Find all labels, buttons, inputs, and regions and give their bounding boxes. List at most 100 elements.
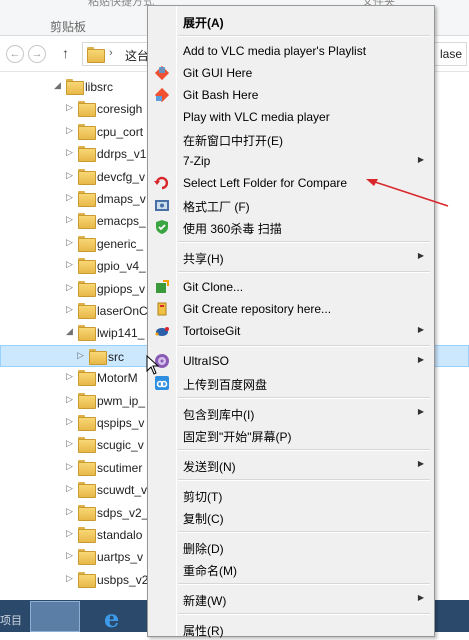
- expand-arrow-icon[interactable]: ▷: [66, 214, 73, 225]
- menu-item-label: Play with VLC media player: [183, 110, 330, 124]
- tree-item-label: MotorM: [97, 371, 138, 386]
- folder-icon: [78, 415, 96, 432]
- folder-icon: [78, 235, 96, 253]
- menu-item-21[interactable]: 包含到库中(I) ▶: [150, 402, 432, 424]
- menu-item-6[interactable]: 在新窗口中打开(E): [150, 128, 432, 150]
- tree-item-label: qspips_v: [97, 416, 145, 430]
- expand-arrow-icon[interactable]: ▷: [66, 506, 73, 517]
- menu-item-label: Git Clone...: [183, 280, 244, 294]
- up-button[interactable]: ↑: [62, 45, 69, 61]
- menu-item-label: Git GUI Here: [183, 66, 253, 80]
- tree-item-label: gpio_v4_: [97, 259, 146, 274]
- folder-icon: [78, 101, 96, 118]
- menu-item-label: TortoiseGit: [183, 324, 241, 338]
- folder-icon: [78, 258, 96, 275]
- menu-item-7[interactable]: 7-Zip ▶: [150, 150, 432, 172]
- menu-item-5[interactable]: Play with VLC media player: [150, 106, 432, 128]
- expand-arrow-icon[interactable]: ▷: [66, 371, 73, 382]
- menu-item-22[interactable]: 固定到"开始"屏幕(P): [150, 424, 432, 446]
- menu-item-0[interactable]: 展开(A): [150, 10, 432, 32]
- tree-item-label: uartps_v: [97, 550, 144, 565]
- menu-separator: [178, 271, 430, 273]
- menu-item-label: 新建(W): [183, 594, 227, 608]
- menu-item-label: Select Left Folder for Compare: [183, 176, 348, 190]
- baidu-cloud-icon: [154, 375, 170, 391]
- tree-item-label: usbps_v2: [97, 572, 149, 587]
- menu-item-10[interactable]: 使用 360杀毒 扫描: [150, 216, 432, 238]
- submenu-arrow-icon: ▶: [417, 355, 424, 364]
- menu-item-32[interactable]: 新建(W) ▶: [150, 588, 432, 610]
- tree-item-label: dmaps_v: [97, 192, 146, 206]
- expand-arrow-icon[interactable]: ▷: [66, 237, 73, 248]
- expand-arrow-icon[interactable]: ▷: [66, 483, 73, 494]
- expand-arrow-icon[interactable]: ▷: [66, 102, 73, 113]
- menu-item-29[interactable]: 删除(D): [150, 536, 432, 558]
- menu-item-3[interactable]: Git GUI Here: [150, 62, 432, 84]
- tree-item-label: generic_: [97, 236, 144, 251]
- folder-icon: [78, 168, 96, 186]
- submenu-arrow-icon: ▶: [417, 459, 424, 468]
- chevron-right-icon[interactable]: ›: [109, 47, 113, 59]
- menu-item-16[interactable]: TortoiseGit ▶: [150, 320, 432, 342]
- tree-item-label: standalo: [97, 528, 143, 542]
- menu-item-18[interactable]: UltraISO ▶: [150, 350, 432, 372]
- expand-arrow-icon[interactable]: ▷: [66, 573, 73, 584]
- menu-item-24[interactable]: 发送到(N) ▶: [150, 454, 432, 476]
- folder-icon: [78, 325, 96, 342]
- folder-icon: [78, 303, 96, 320]
- internet-explorer-icon[interactable]: e: [104, 604, 119, 633]
- status-items-label: 项目: [0, 615, 22, 627]
- expand-arrow-icon[interactable]: ▷: [66, 550, 73, 561]
- expand-arrow-icon[interactable]: ▷: [66, 304, 73, 315]
- expand-arrow-icon[interactable]: ▷: [66, 125, 73, 136]
- expand-arrow-icon[interactable]: ▷: [66, 192, 73, 203]
- menu-item-2[interactable]: Add to VLC media player's Playlist: [150, 40, 432, 62]
- tree-item-label: sdps_v2_: [97, 505, 149, 520]
- folder-icon: [66, 79, 84, 96]
- collapse-arrow-icon[interactable]: ◢: [66, 326, 73, 337]
- taskbar-explorer-button[interactable]: [30, 601, 80, 632]
- menu-item-label: 发送到(N): [183, 460, 236, 474]
- expand-arrow-icon[interactable]: ▷: [66, 528, 73, 539]
- menu-item-label: 格式工厂 (F): [183, 200, 250, 214]
- shield-360-icon: [154, 219, 170, 235]
- address-path-right: lase: [440, 47, 463, 61]
- expand-arrow-icon[interactable]: ▷: [77, 350, 84, 361]
- git-clone-icon: [154, 279, 170, 295]
- menu-separator: [178, 479, 430, 481]
- folder-icon: [78, 191, 96, 208]
- tree-item-label: laserOnC: [97, 304, 148, 318]
- expand-arrow-icon[interactable]: ▷: [66, 170, 73, 181]
- expand-arrow-icon[interactable]: ▷: [66, 416, 73, 427]
- context-menu: 展开(A) Add to VLC media player's Playlist G…: [147, 5, 435, 640]
- menu-item-34[interactable]: 属性(R): [150, 618, 432, 640]
- menu-separator: [178, 397, 430, 399]
- menu-item-26[interactable]: 剪切(T): [150, 484, 432, 506]
- address-path: 这台: [125, 49, 150, 63]
- menu-item-label: UltraISO: [183, 354, 230, 368]
- menu-item-12[interactable]: 共享(H) ▶: [150, 246, 432, 268]
- tree-item-label: libsrc: [85, 80, 114, 94]
- expand-arrow-icon[interactable]: ▷: [66, 259, 73, 270]
- expand-arrow-icon[interactable]: ▷: [66, 461, 73, 472]
- menu-item-4[interactable]: Git Bash Here: [150, 84, 432, 106]
- expand-arrow-icon[interactable]: ▷: [66, 147, 73, 158]
- menu-separator: [178, 241, 430, 243]
- collapse-arrow-icon[interactable]: ◢: [54, 80, 61, 91]
- folder-icon: [78, 213, 96, 230]
- menu-item-label: Git Bash Here: [183, 88, 259, 102]
- forward-button[interactable]: →: [28, 45, 46, 63]
- annotation-arrow-icon: [366, 179, 449, 207]
- back-button[interactable]: ←: [6, 45, 24, 63]
- menu-item-15[interactable]: Git Create repository here...: [150, 298, 432, 320]
- menu-separator: [178, 613, 430, 615]
- menu-item-label: 属性(R): [183, 624, 224, 638]
- menu-item-14[interactable]: Git Clone...: [150, 276, 432, 298]
- expand-arrow-icon[interactable]: ▷: [66, 438, 73, 449]
- menu-item-30[interactable]: 重命名(M): [150, 558, 432, 580]
- menu-item-19[interactable]: 上传到百度网盘: [150, 372, 432, 394]
- menu-item-27[interactable]: 复制(C): [150, 506, 432, 528]
- expand-arrow-icon[interactable]: ▷: [66, 394, 73, 405]
- menu-item-label: 展开(A): [183, 16, 224, 30]
- expand-arrow-icon[interactable]: ▷: [66, 282, 73, 293]
